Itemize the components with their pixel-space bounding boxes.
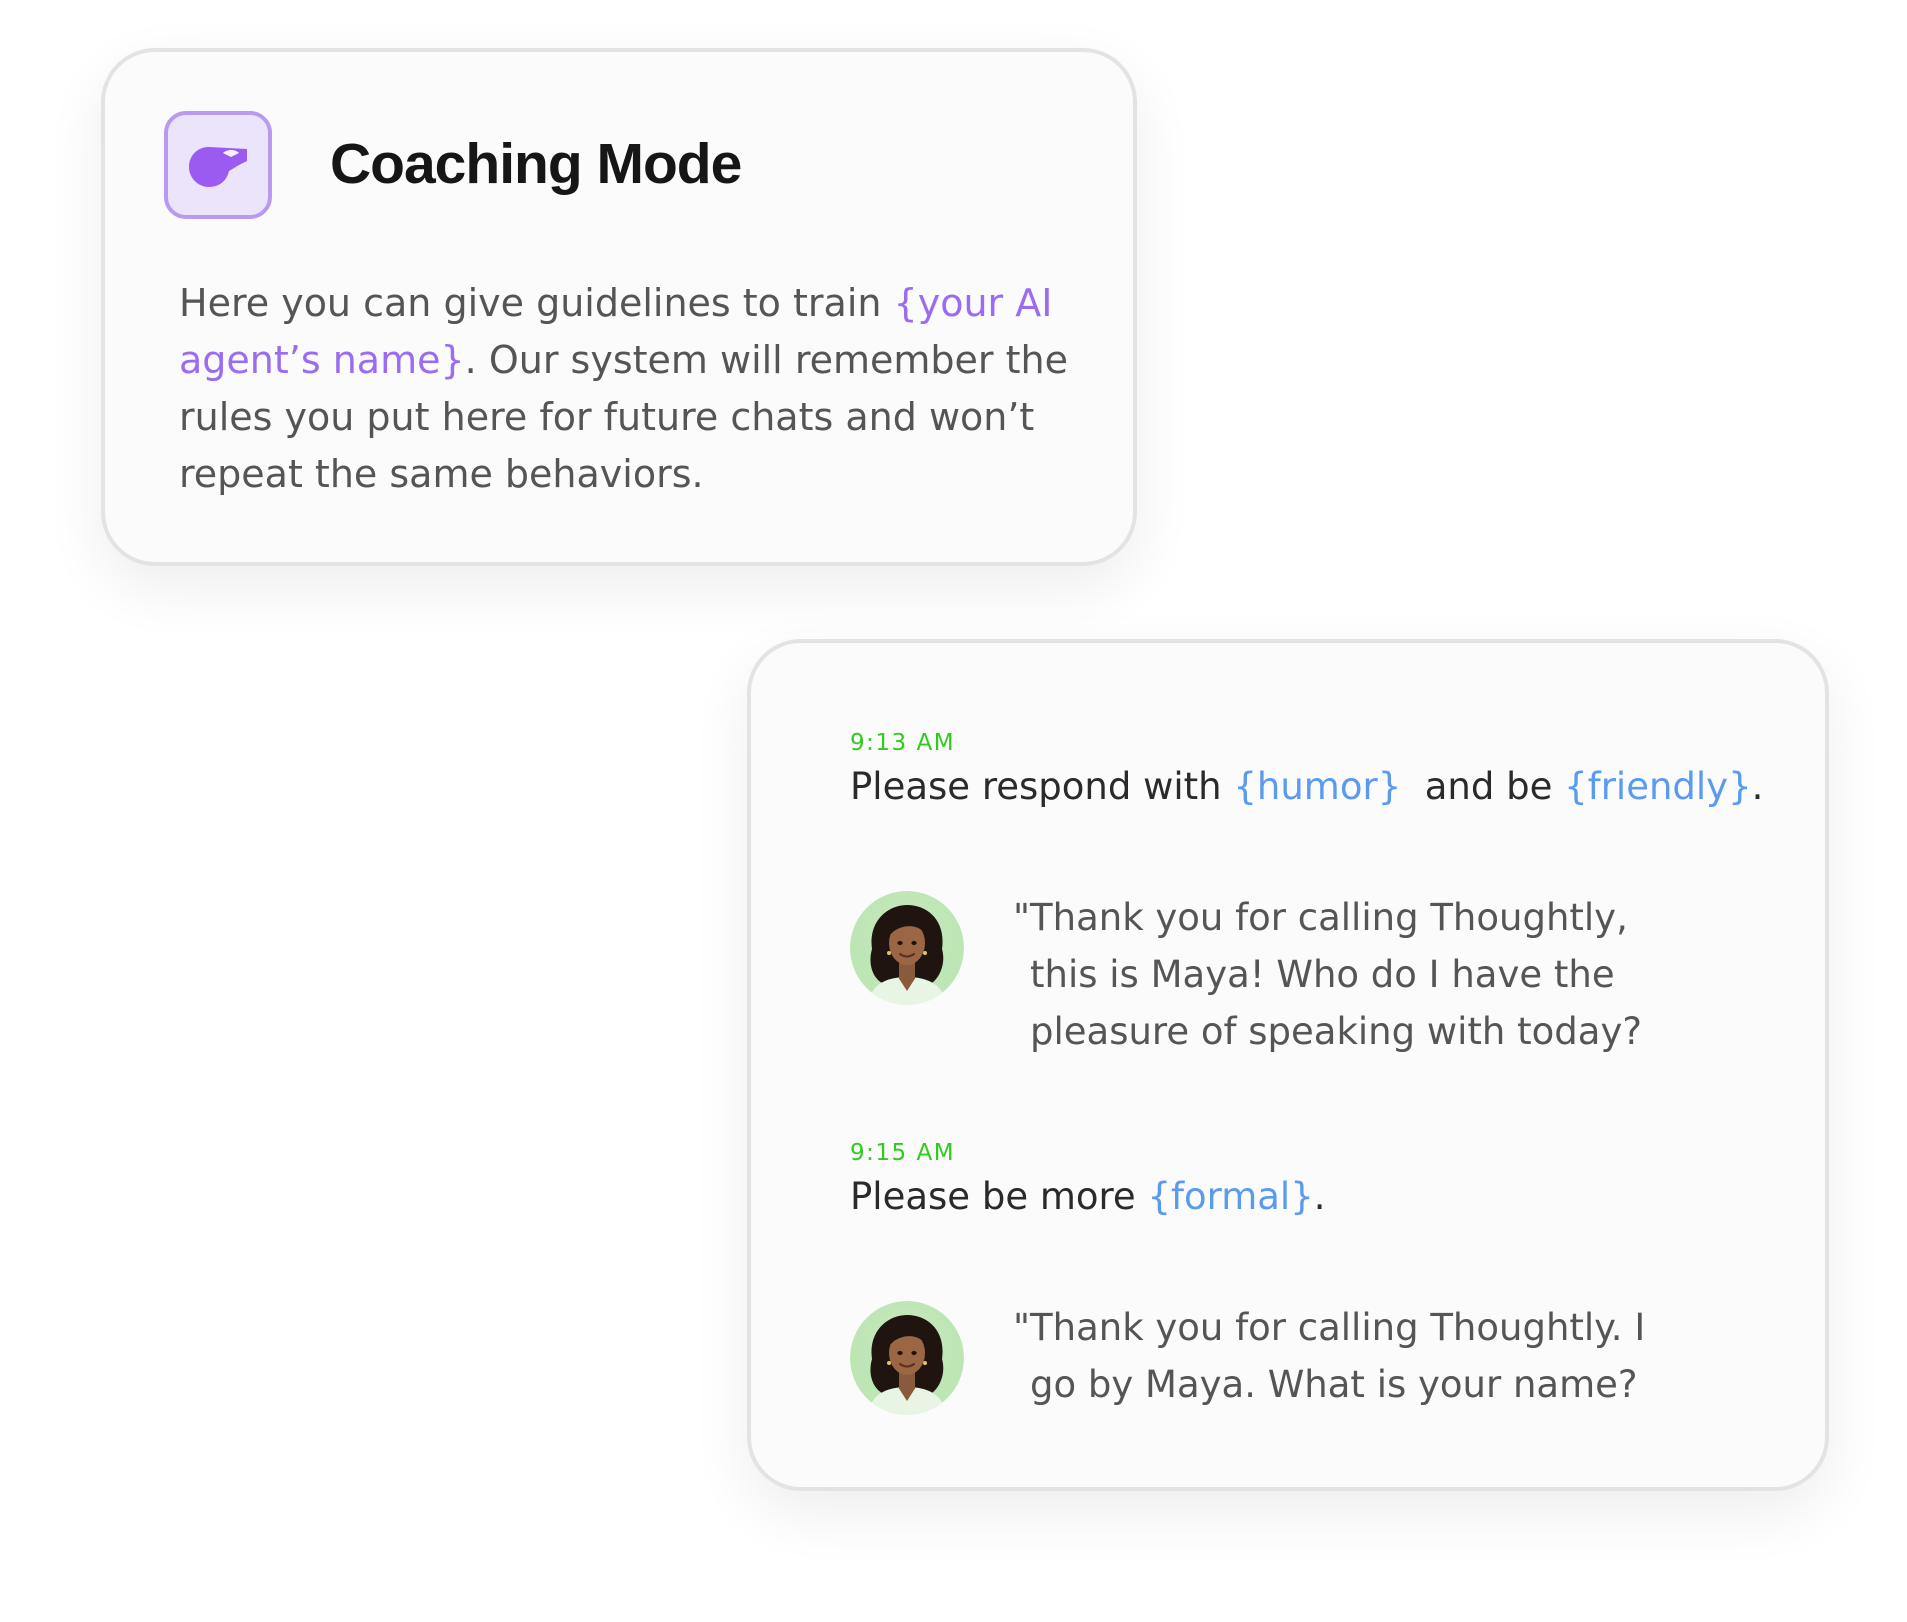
whistle-icon-glyph [189,147,247,187]
message-text: Please respond with [850,765,1234,808]
message-timestamp: 9:15 AM [850,1140,956,1166]
agent-message-line: go by Maya. What is your name? [1030,1363,1638,1406]
avatar-image [850,891,964,1005]
coaching-mode-card: Coaching Mode Here you can give guidelin… [101,48,1137,566]
avatar-image [850,1301,964,1415]
message-text: . [1751,765,1764,808]
agent-message-line: pleasure of speaking with today? [1030,1010,1642,1053]
chat-transcript-card: 9:13 AM Please respond with {humor} and … [747,639,1829,1491]
coaching-description: Here you can give guidelines to train {y… [179,275,1079,503]
friendly-variable: {friendly} [1564,765,1752,808]
whistle-icon [164,111,272,219]
user-message: Please be more {formal}. [850,1175,1326,1218]
humor-variable: {humor} [1233,765,1402,808]
canvas: Coaching Mode Here you can give guidelin… [0,0,1907,1622]
description-text: Here you can give guidelines to train [179,281,894,325]
agent-message: "Thank you for calling Thoughtly. I go b… [1013,1299,1645,1413]
agent-message: "Thank you for calling Thoughtly, this i… [1013,889,1642,1060]
agent-message-line: this is Maya! Who do I have the [1030,953,1615,996]
page-title: Coaching Mode [330,132,742,196]
agent-avatar [850,1301,964,1415]
message-text: . [1313,1175,1326,1218]
agent-avatar [850,891,964,1005]
message-timestamp: 9:13 AM [850,730,956,756]
formal-variable: {formal} [1147,1175,1314,1218]
message-text: Please be more [850,1175,1148,1218]
message-text: and be [1401,765,1565,808]
agent-message-line: "Thank you for calling Thoughtly. I [1013,1306,1646,1349]
user-message: Please respond with {humor} and be {frie… [850,765,1763,808]
agent-message-line: "Thank you for calling Thoughtly, [1013,896,1628,939]
